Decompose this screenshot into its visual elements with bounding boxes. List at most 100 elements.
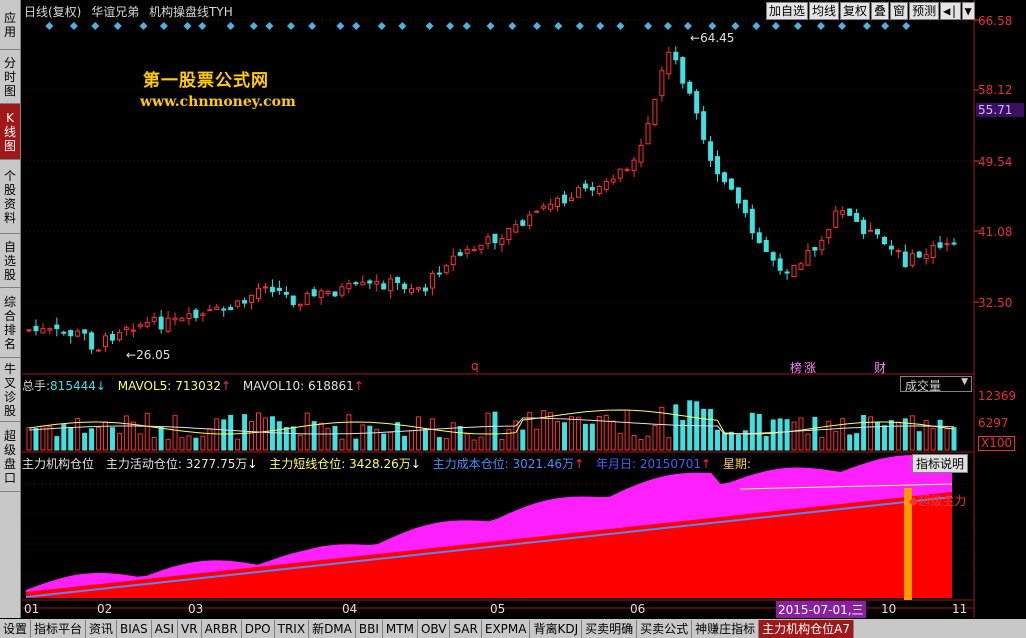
candle-body	[75, 330, 81, 337]
candle-body	[276, 287, 282, 291]
candle-body	[694, 91, 700, 114]
candle-body	[158, 316, 164, 330]
volume-bar	[89, 428, 95, 451]
candle-body	[840, 210, 846, 215]
signal-diamond	[425, 22, 434, 30]
volume-bar	[617, 432, 623, 451]
toolbar-button[interactable]: 窗	[890, 2, 909, 20]
indicator-tab[interactable]: MTM	[383, 619, 418, 638]
indicator-tab[interactable]: 主力机构仓位A7	[759, 619, 855, 638]
event-marker-zhang[interactable]: 涨	[804, 359, 816, 376]
indicator-tab[interactable]: 新DMA	[309, 619, 356, 638]
indicator-tab[interactable]: VR	[178, 619, 202, 638]
indicator-tab[interactable]: EXPMA	[482, 619, 531, 638]
sidebar-tab[interactable]: K线图	[0, 104, 20, 160]
period-label[interactable]: 日线(复权)	[24, 5, 81, 19]
candle-body	[541, 205, 547, 209]
signal-diamond	[377, 22, 386, 30]
indicator-tab[interactable]: SAR	[450, 619, 482, 638]
volume-bar	[207, 428, 213, 451]
signal-diamond	[683, 22, 692, 30]
indicator-tab[interactable]: 设置	[0, 619, 32, 638]
candle-body	[666, 51, 672, 75]
indicator-panel-name: 主力机构仓位	[22, 457, 95, 471]
candle-body	[756, 232, 762, 244]
candle-body	[916, 251, 922, 258]
volume-bar	[47, 425, 53, 451]
volume-bar	[909, 415, 915, 451]
toolbar-button[interactable]: 加自选	[766, 2, 809, 20]
candle-body	[123, 327, 129, 331]
indicator-tab[interactable]: OBV	[418, 619, 451, 638]
event-marker-q[interactable]: q	[471, 359, 479, 373]
indicator-tab[interactable]: 买卖公式	[637, 619, 693, 638]
volume-bar	[589, 423, 595, 451]
indicator-tab[interactable]: 背离KDJ	[530, 619, 583, 638]
candle-body	[708, 141, 714, 161]
candle-body	[659, 70, 665, 97]
indicator-tab[interactable]: BBI	[356, 619, 383, 638]
candle-body	[471, 249, 477, 252]
candle-body	[116, 332, 122, 341]
indicator-help-button[interactable]: 指标说明	[912, 454, 969, 473]
indicator-tab[interactable]: BIAS	[117, 619, 152, 638]
event-marker-bang[interactable]: 榜	[790, 359, 802, 376]
collapse-panel-icon[interactable]: ◀|	[940, 2, 961, 20]
candle-body	[527, 214, 533, 226]
volume-indicator-select[interactable]: 成交量 ▼	[900, 376, 972, 393]
volume-bar	[367, 425, 373, 451]
candle-body	[402, 283, 408, 290]
volume-bar	[805, 433, 811, 451]
sidebar-tab[interactable]: 综合排名	[0, 288, 20, 358]
candle-body	[902, 251, 908, 267]
sidebar-tab[interactable]: 应用	[0, 0, 20, 50]
candle-body	[909, 253, 915, 266]
toolbar-button[interactable]: 均线	[809, 2, 840, 20]
toolbar-button[interactable]: 预测	[909, 2, 940, 20]
signal-diamond	[663, 22, 672, 30]
toolbar-button[interactable]: 叠	[871, 2, 890, 20]
indicator-tab[interactable]: DPO	[242, 619, 275, 638]
event-marker-cai[interactable]: 财	[874, 359, 886, 376]
indicator-tab[interactable]: TRIX	[275, 619, 310, 638]
volume-bar	[116, 432, 122, 451]
price-axis-label: 41.08	[978, 225, 1013, 239]
indicator-tab[interactable]: 资讯	[86, 619, 118, 638]
candle-body	[638, 144, 644, 163]
sidebar-tab[interactable]: 分时图	[0, 50, 20, 104]
candle-body	[819, 239, 825, 251]
sidebar-tab[interactable]: 超级盘口	[0, 422, 20, 492]
signal-diamond	[308, 22, 317, 30]
volume-bar	[339, 438, 345, 451]
chevron-down-icon: ▼	[961, 377, 968, 387]
chevron-down-icon[interactable]: ▼	[961, 2, 975, 20]
toolbar-button[interactable]: 复权	[840, 2, 871, 20]
candle-body	[728, 178, 734, 190]
candle-body	[499, 238, 505, 246]
short-position-value: 3428.26万	[349, 457, 411, 471]
candle-body	[249, 294, 255, 303]
sidebar-tab[interactable]: 个股资料	[0, 160, 20, 234]
candle-body	[548, 203, 554, 210]
indicator-tab[interactable]: 买卖明确	[582, 619, 638, 638]
signal-diamond	[398, 22, 407, 30]
kline-chart[interactable]	[0, 0, 1026, 618]
candle-body	[179, 317, 185, 322]
indicator-tab[interactable]: ASI	[152, 619, 179, 638]
volume-bar	[228, 414, 234, 451]
sidebar-tab[interactable]: 牛叉诊股	[0, 358, 20, 422]
indicator-tab[interactable]: 指标平台	[31, 619, 87, 638]
price-axis-label: 32.50	[978, 296, 1013, 310]
sidebar-tab[interactable]: 自选股	[0, 234, 20, 288]
mavol10-value: 618861	[307, 379, 354, 393]
signal-diamond	[902, 22, 911, 30]
signal-diamond	[596, 22, 605, 30]
candle-body	[680, 57, 686, 84]
volume-bar	[624, 409, 630, 451]
indicator-tab[interactable]: ARBR	[202, 619, 242, 638]
indicator-tab[interactable]: 神赚庄指标	[692, 619, 760, 638]
volume-bar	[763, 436, 769, 451]
chart-title: 日线(复权) 华谊兄弟 机构操盘线TYH	[24, 3, 239, 20]
signal-diamond	[336, 22, 345, 30]
candle-body	[137, 324, 143, 327]
